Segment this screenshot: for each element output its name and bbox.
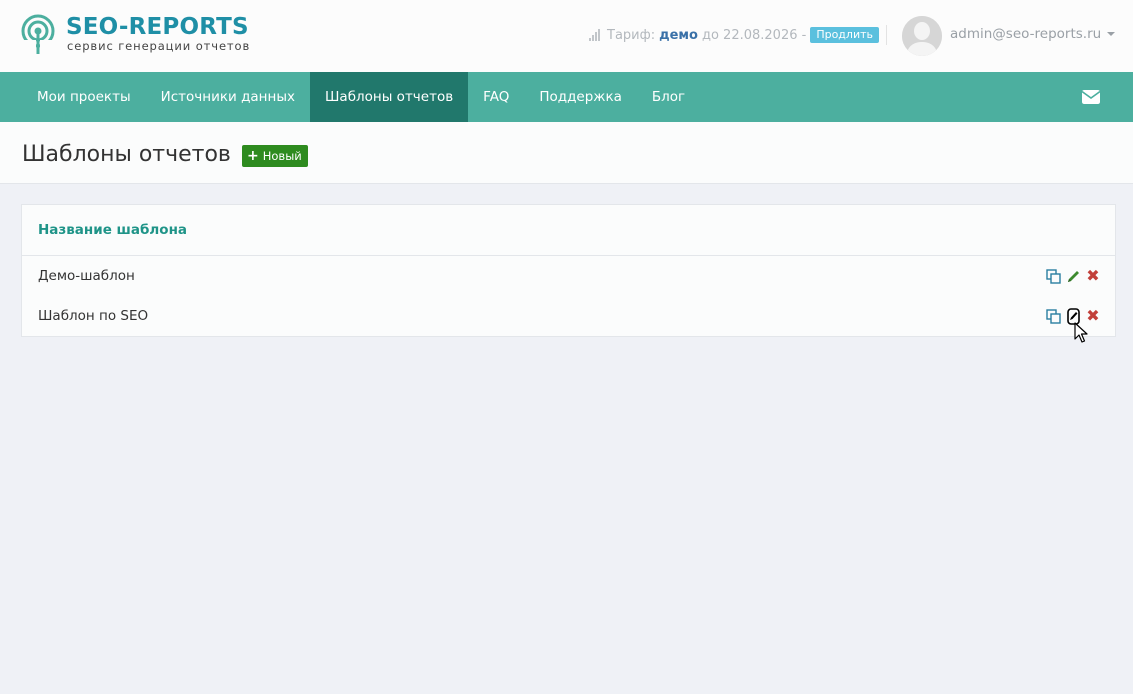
table-header: Название шаблона [22,205,1115,256]
mail-icon[interactable] [1082,90,1100,104]
copy-icon[interactable] [1045,308,1061,324]
avatar[interactable] [902,16,942,56]
table-row: Шаблон по SEO ✖ [22,296,1115,336]
signal-icon [589,29,603,41]
template-name[interactable]: Шаблон по SEO [38,308,148,324]
brand-name[interactable]: SEO-REPORTS [66,14,249,40]
nav-item-faq[interactable]: FAQ [468,72,524,122]
nav-item-projects[interactable]: Мои проекты [0,72,146,122]
nav-item-blog[interactable]: Блог [637,72,700,122]
nav-item-support[interactable]: Поддержка [524,72,637,122]
row-actions: ✖ [1045,308,1101,325]
top-header: SEO-REPORTS сервис генерации отчетов Тар… [0,0,1133,72]
brand-tagline: сервис генерации отчетов [67,39,251,53]
page-title: Шаблоны отчетов [22,142,231,167]
new-template-label: Новый [262,149,302,163]
nav-item-data-sources[interactable]: Источники данных [146,72,310,122]
copy-icon[interactable] [1045,268,1061,284]
table-row: Демо-шаблон ✖ [22,256,1115,296]
tariff-label: Тариф: [607,27,656,43]
avatar-placeholder-icon [902,16,942,56]
user-menu[interactable]: admin@seo-reports.ru [950,26,1116,42]
main-nav: Мои проекты Источники данных Шаблоны отч… [0,72,1133,122]
tariff-plan: демо [659,27,698,43]
header-divider [886,25,887,45]
row-actions: ✖ [1045,268,1101,284]
edit-icon[interactable] [1065,268,1081,284]
tariff-info: Тариф: демо до 22.08.2026 - Продлить [589,26,879,44]
template-name[interactable]: Демо-шаблон [38,268,135,284]
delete-icon[interactable]: ✖ [1085,268,1101,284]
plus-icon: + [247,148,259,164]
mouse-cursor-icon [1074,322,1088,343]
new-template-button[interactable]: + Новый [242,145,308,167]
page-header: Шаблоны отчетов + Новый [0,122,1133,184]
user-email: admin@seo-reports.ru [950,26,1102,42]
nav-item-report-templates[interactable]: Шаблоны отчетов [309,72,469,122]
caret-down-icon [1107,32,1116,36]
templates-table: Название шаблона Демо-шаблон ✖ Шаблон по… [21,204,1116,337]
logo-icon[interactable] [21,14,57,54]
tariff-until: до 22.08.2026 - [701,27,807,43]
renew-button[interactable]: Продлить [810,27,879,43]
column-header-name: Название шаблона [38,222,188,238]
